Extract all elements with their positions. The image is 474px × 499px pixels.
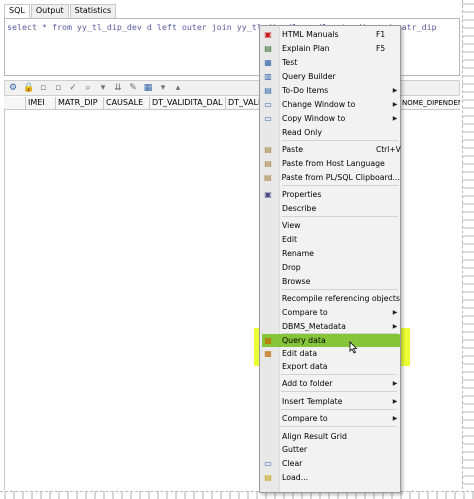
lock-icon[interactable]: 🔒 [23,83,34,93]
menu-separator [281,391,397,392]
menu-item-change-window[interactable]: ▭ Change Window to ▶ [260,98,400,111]
menu-separator [282,216,398,217]
insert-record-icon[interactable]: ▫ [38,83,48,93]
test-icon: ▦ [264,58,272,67]
query-by-example-icon[interactable]: ⌕ [83,83,93,93]
editor-tabs: SQL Output Statistics [4,4,117,18]
menu-item-view[interactable]: View [260,219,400,232]
menu-item-copy-window[interactable]: ▭ Copy Window to ▶ [260,112,400,125]
copy-window-icon: ▭ [264,114,272,123]
menu-separator [282,185,398,186]
single-record-view-icon[interactable]: ▦ [143,83,153,93]
query-data-icon: ▦ [264,336,272,345]
paste-plsql-icon: ▤ [264,173,272,182]
submenu-arrow-icon: ▶ [392,87,398,94]
submenu-arrow-icon: ▶ [392,115,398,122]
menu-item-dbms-metadata[interactable]: DBMS_Metadata ▶ [260,320,400,333]
menu-item-clear[interactable]: ▭ Clear [260,457,400,470]
grid-column-header[interactable]: IMEI [26,97,56,110]
menu-item-gutter[interactable]: Gutter [260,443,400,456]
grid-column-header[interactable]: DT_VALIDITA_DAL [150,97,226,110]
menu-item-paste-host[interactable]: ▤ Paste from Host Language [260,157,400,170]
paste-icon: ▤ [264,145,272,154]
tab-sql[interactable]: SQL [4,4,30,18]
torn-bottom-edge [0,491,474,499]
menu-separator [282,140,398,141]
grid-column-header[interactable]: CAUSALE [104,97,150,110]
tab-statistics[interactable]: Statistics [69,4,117,18]
grid-settings-icon[interactable]: ⚙ [8,83,18,93]
properties-icon: ▣ [264,190,272,199]
edit-data-icon: ▦ [264,349,272,358]
menu-item-insert-template[interactable]: Insert Template ▶ [260,395,400,408]
menu-item-export-data[interactable]: Export data [260,360,400,373]
menu-item-query-builder[interactable]: ▥ Query Builder [260,70,400,83]
todo-icon: ▤ [264,86,272,95]
menu-item-query-data[interactable]: ▦ Query data [260,334,400,347]
menu-item-test[interactable]: ▦ Test [260,56,400,69]
mouse-cursor-icon [349,341,358,354]
menu-item-properties[interactable]: ▣ Properties [260,188,400,201]
submenu-arrow-icon: ▶ [392,415,398,422]
menu-item-paste-plsql[interactable]: ▤ Paste from PL/SQL Clipboard... [260,171,400,184]
menu-item-html-manuals[interactable]: ▣ HTML Manuals F1 [260,28,400,41]
grid-column-header[interactable] [4,97,26,110]
menu-item-describe[interactable]: Describe [260,202,400,215]
menu-item-drop[interactable]: Drop [260,261,400,274]
menu-separator [281,426,397,427]
tab-output[interactable]: Output [30,4,69,18]
paste-host-icon: ▤ [264,159,272,168]
submenu-arrow-icon: ▶ [392,380,398,387]
sort-down-icon[interactable]: ▾ [158,83,168,93]
menu-item-add-to-folder[interactable]: Add to folder ▶ [260,377,400,390]
pen-icon[interactable]: ✎ [128,83,138,93]
html-manual-icon: ▣ [264,30,272,39]
last-page-icon[interactable]: ⇊ [113,83,123,93]
post-changes-icon[interactable]: ✓ [68,83,78,93]
menu-item-browse[interactable]: Browse [260,275,400,288]
submenu-arrow-icon: ▶ [392,101,398,108]
menu-item-rename[interactable]: Rename [260,247,400,260]
menu-separator [281,374,397,375]
menu-item-edit-data[interactable]: ▦ Edit data [260,347,400,360]
grid-column-header[interactable]: NOME_DIPENDENTE [400,97,460,110]
explain-plan-icon: ▤ [264,44,272,53]
grid-column-header[interactable]: MATR_DIP [56,97,104,110]
query-builder-icon: ▥ [264,72,272,81]
menu-item-edit[interactable]: Edit [260,233,400,246]
torn-right-edge [462,0,474,499]
clear-icon: ▭ [264,459,272,468]
sort-up-icon[interactable]: ▴ [173,83,183,93]
menu-separator [281,409,397,410]
menu-item-align-result-grid[interactable]: Align Result Grid [260,430,400,443]
submenu-arrow-icon: ▶ [392,323,398,330]
menu-separator [282,289,398,290]
menu-item-recompile[interactable]: Recompile referencing objects [260,292,400,305]
menu-item-compare-to[interactable]: Compare to ▶ [260,306,400,319]
menu-item-todo-items[interactable]: ▤ To-Do Items ▶ [260,84,400,97]
submenu-arrow-icon: ▶ [392,309,398,316]
window-icon: ▭ [264,100,272,109]
delete-record-icon[interactable]: ▫ [53,83,63,93]
submenu-arrow-icon: ▶ [392,398,398,405]
menu-item-compare-to-2[interactable]: Compare to ▶ [260,412,400,425]
menu-item-explain-plan[interactable]: ▤ Explain Plan F5 [260,42,400,55]
menu-item-read-only[interactable]: Read Only [260,126,400,139]
next-page-icon[interactable]: ▾ [98,83,108,93]
load-icon: ▤ [264,473,272,482]
menu-item-paste[interactable]: ▤ Paste Ctrl+V [260,143,401,156]
menu-item-load[interactable]: ▤ Load... [260,471,400,484]
